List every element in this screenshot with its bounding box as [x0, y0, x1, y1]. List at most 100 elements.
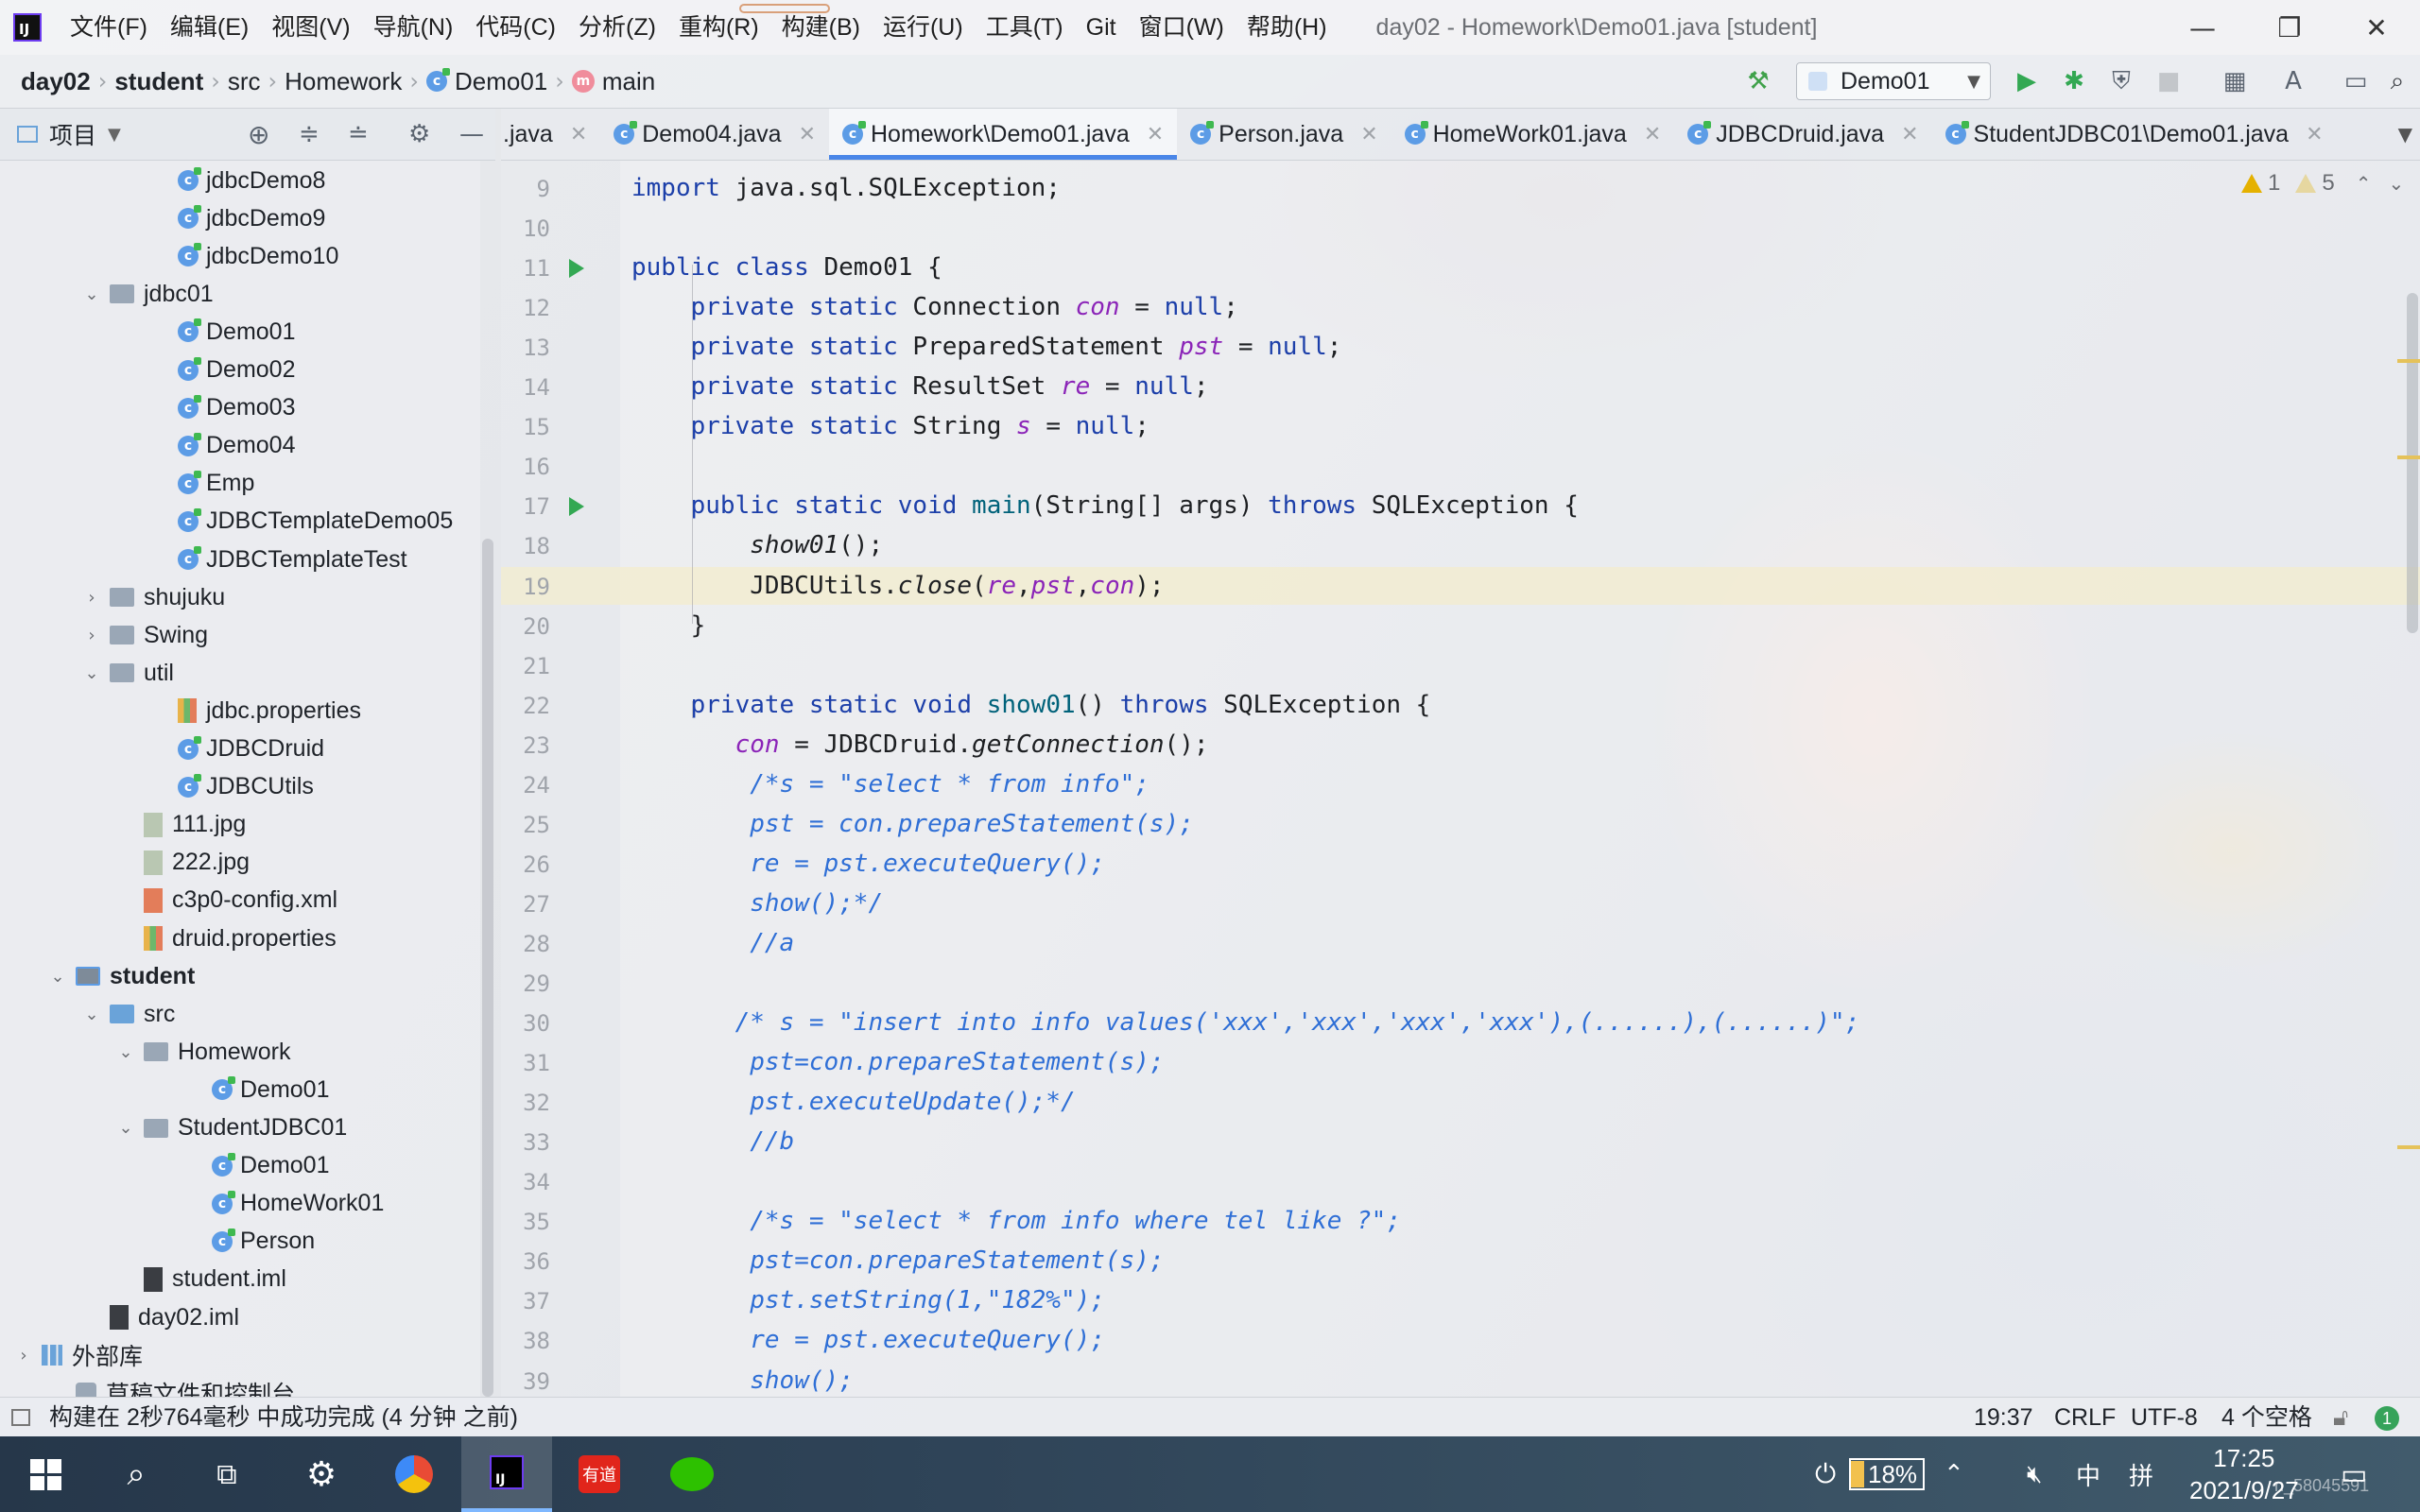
ime-mode[interactable]: 拼: [2129, 1436, 2153, 1512]
code-line[interactable]: //a: [631, 929, 794, 957]
weak-warning-icon: [2295, 174, 2317, 193]
task-view-icon[interactable]: ⧉: [182, 1436, 272, 1512]
code-line[interactable]: private static PreparedStatement pst = n…: [631, 333, 1342, 361]
code-line[interactable]: /*s = "select * from info";: [631, 770, 1150, 799]
code-line[interactable]: private static void show01() throws SQLE…: [631, 691, 1431, 719]
line-number: 17: [523, 493, 550, 521]
chevron-up-icon[interactable]: ⌃: [1944, 1436, 1964, 1512]
code-lines: 9 import java.sql.SQLException; 10 11 public…: [0, 0, 2420, 1397]
warning-icon: [2241, 174, 2262, 193]
line-number: 16: [523, 454, 550, 481]
line-number: 18: [523, 533, 550, 560]
indent-guide: [692, 265, 693, 624]
line-number: 37: [523, 1288, 550, 1315]
code-line[interactable]: re = pst.executeQuery();: [631, 850, 1105, 878]
youdao-icon[interactable]: 有道: [554, 1436, 645, 1512]
line-number: 38: [523, 1328, 550, 1355]
code-line[interactable]: pst = con.prepareStatement(s);: [631, 810, 1194, 838]
line-number: 39: [523, 1367, 550, 1395]
line-number: 21: [523, 652, 550, 679]
status-message[interactable]: 构建在 2秒764毫秒 中成功完成 (4 分钟 之前): [49, 1398, 518, 1437]
line-number: 14: [523, 374, 550, 402]
action-center-icon[interactable]: ▭: [2341, 1436, 2367, 1512]
line-number: 32: [523, 1090, 550, 1117]
windows-taskbar: ⌕ ⧉ ⚙ IJ 有道 ⏻ 18% ⌃ 🔇︎ 中 拼 17:25 2021/9/…: [0, 1436, 2420, 1512]
line-number: 10: [523, 215, 550, 243]
line-number: 13: [523, 335, 550, 362]
line-number: 19: [523, 573, 550, 600]
code-line[interactable]: pst=con.prepareStatement(s);: [631, 1048, 1164, 1076]
scroll-marker: [2397, 359, 2420, 363]
line-number: 28: [523, 930, 550, 957]
code-line[interactable]: re = pst.executeQuery();: [631, 1326, 1105, 1354]
chevron-up-icon[interactable]: ⌃: [2356, 172, 2372, 195]
chevron-down-icon[interactable]: ⌄: [2388, 172, 2404, 195]
code-line[interactable]: //b: [631, 1127, 794, 1156]
indent-setting[interactable]: 4 个空格: [2221, 1398, 2312, 1437]
line-number: 22: [523, 692, 550, 719]
lock-icon[interactable]: 🔓︎: [2333, 1398, 2348, 1437]
line-number: 36: [523, 1248, 550, 1276]
code-line[interactable]: pst.setString(1,"182%");: [631, 1286, 1105, 1314]
line-number: 29: [523, 971, 550, 997]
tool-windows-icon[interactable]: [11, 1409, 30, 1426]
code-line[interactable]: public class Demo01 {: [631, 253, 942, 282]
line-number: 30: [523, 1010, 550, 1038]
line-number: 26: [523, 850, 550, 878]
code-line[interactable]: pst.executeUpdate();*/: [631, 1088, 1075, 1116]
line-number: 34: [523, 1169, 550, 1196]
line-number: 31: [523, 1050, 550, 1077]
line-number: 35: [523, 1209, 550, 1236]
indent-guide: [692, 701, 693, 718]
battery-indicator[interactable]: 18%: [1849, 1436, 1926, 1512]
code-line[interactable]: private static Connection con = null;: [631, 293, 1238, 321]
file-encoding[interactable]: UTF-8: [2131, 1398, 2198, 1437]
line-number: 15: [523, 414, 550, 441]
youdao-label: 有道: [579, 1455, 620, 1493]
code-line[interactable]: /* s = "insert into info values('xxx','x…: [631, 1008, 1860, 1037]
notifications-badge[interactable]: 1: [2375, 1406, 2399, 1431]
code-line[interactable]: /*s = "select * from info where tel like…: [631, 1207, 1401, 1235]
battery-percent: 18%: [1868, 1459, 1918, 1488]
code-line[interactable]: private static ResultSet re = null;: [631, 372, 1209, 401]
code-line[interactable]: pst=con.prepareStatement(s);: [631, 1246, 1164, 1275]
intellij-taskbar-icon[interactable]: IJ: [461, 1436, 552, 1512]
run-gutter-icon[interactable]: [569, 497, 584, 517]
line-number: 9: [536, 176, 550, 202]
code-line[interactable]: show();: [631, 1366, 854, 1395]
line-separator[interactable]: CRLF: [2054, 1398, 2116, 1437]
settings-gear-icon[interactable]: ⚙: [276, 1436, 367, 1512]
ime-language[interactable]: 中: [2076, 1436, 2100, 1512]
code-line[interactable]: show();*/: [631, 889, 883, 918]
line-number: 25: [523, 811, 550, 838]
warning-count: 1: [2268, 170, 2281, 196]
line-number: 33: [523, 1129, 550, 1157]
line-number: 12: [523, 295, 550, 322]
code-line[interactable]: show01();: [631, 531, 883, 559]
wechat-icon[interactable]: [647, 1436, 737, 1512]
line-number: 20: [523, 612, 550, 640]
clock-time: 17:25: [2213, 1444, 2275, 1472]
editor-scrollbar[interactable]: [2407, 293, 2418, 633]
search-icon[interactable]: ⌕: [91, 1436, 182, 1512]
line-number: 24: [523, 771, 550, 799]
scroll-marker: [2397, 1145, 2420, 1149]
status-bar: 构建在 2秒764毫秒 中成功完成 (4 分钟 之前) 19:37 CRLF U…: [0, 1397, 2420, 1437]
volume-muted-icon[interactable]: 🔇︎: [2027, 1436, 2042, 1512]
line-number: 23: [523, 731, 550, 759]
code-line[interactable]: con = JDBCDruid.getConnection();: [631, 730, 1209, 759]
code-line[interactable]: JDBCUtils.close(re,pst,con);: [631, 572, 1164, 600]
code-line[interactable]: public static void main(String[] args) t…: [631, 491, 1579, 520]
inspection-widget[interactable]: 1 5 ⌃ ⌄: [2226, 170, 2404, 197]
windows-start-icon[interactable]: [0, 1436, 91, 1512]
power-icon[interactable]: ⏻: [1815, 1436, 1836, 1512]
caret-position[interactable]: 19:37: [1974, 1398, 2033, 1437]
code-line[interactable]: import java.sql.SQLException;: [631, 174, 1061, 202]
line-number: 27: [523, 890, 550, 918]
scroll-marker: [2397, 455, 2420, 459]
code-line[interactable]: private static String s = null;: [631, 412, 1150, 440]
weak-warning-count: 5: [2322, 170, 2335, 196]
code-line[interactable]: }: [631, 611, 706, 640]
run-gutter-icon[interactable]: [569, 259, 584, 279]
browser-icon[interactable]: [369, 1436, 459, 1512]
